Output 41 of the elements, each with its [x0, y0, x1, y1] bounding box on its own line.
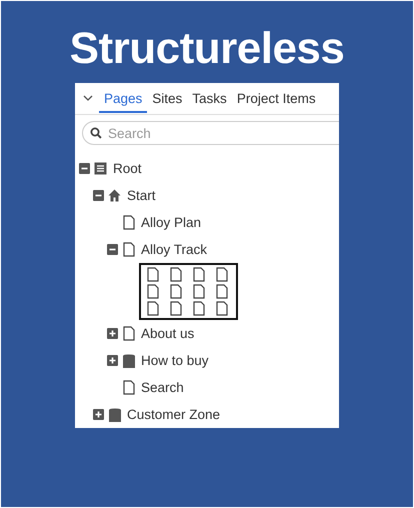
page-icon	[122, 215, 134, 230]
page-icon	[193, 267, 205, 282]
tab[interactable]: Pages	[99, 84, 148, 112]
folder-icon	[122, 354, 134, 368]
page-icon	[170, 267, 182, 282]
page-icon	[122, 242, 134, 257]
tab[interactable]: Sites	[147, 84, 188, 112]
page-icon	[193, 284, 205, 299]
list-icon	[94, 162, 107, 175]
tree-item[interactable]: How to buy	[141, 353, 209, 368]
page-icon	[147, 301, 159, 316]
page-icon	[216, 267, 228, 282]
search-field[interactable]: Search	[82, 121, 339, 145]
folder-icon	[108, 408, 120, 422]
page-icon	[122, 326, 134, 341]
tab[interactable]: Project Items	[232, 84, 321, 112]
tab[interactable]: Tasks	[187, 84, 232, 112]
tree-item[interactable]: Root	[113, 161, 142, 176]
expand-toggle[interactable]	[107, 328, 118, 339]
page-heading: Structureless	[70, 23, 344, 75]
page-icon	[122, 380, 134, 395]
collapse-toggle[interactable]	[79, 163, 90, 174]
tree-item[interactable]: Alloy Plan	[141, 215, 202, 230]
tree-item[interactable]: Customer Zone	[127, 407, 220, 422]
expand-toggle[interactable]	[107, 355, 118, 366]
collapse-toggle[interactable]	[93, 190, 104, 201]
home-icon	[108, 189, 121, 202]
page-icon	[193, 301, 205, 316]
expand-toggle[interactable]	[93, 409, 104, 420]
tree-item[interactable]: About us	[141, 326, 194, 341]
tree-item[interactable]: Start	[127, 188, 156, 203]
tree-item[interactable]: Alloy Track	[141, 242, 208, 257]
collapse-toggle[interactable]	[107, 244, 118, 255]
page-icon	[170, 301, 182, 316]
page-icon	[170, 284, 182, 299]
page-icon	[216, 284, 228, 299]
page-icon	[147, 284, 159, 299]
tree-item[interactable]: Search	[141, 380, 184, 395]
chevron-down-icon[interactable]	[83, 95, 93, 102]
page-icon	[216, 301, 228, 316]
page-icon	[147, 267, 159, 282]
